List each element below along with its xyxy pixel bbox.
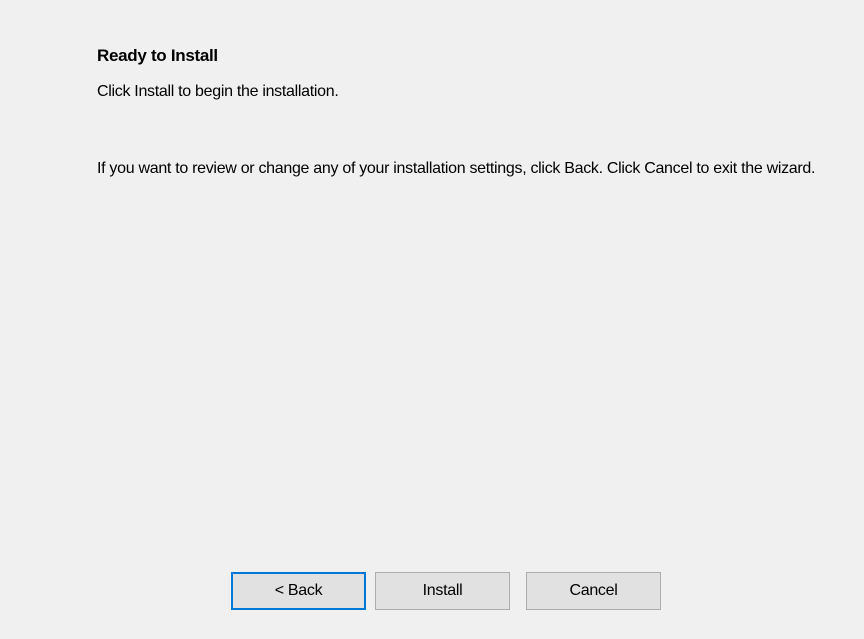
page-subtitle: Click Install to begin the installation. xyxy=(97,83,339,100)
installer-dialog: Ready to Install Click Install to begin … xyxy=(0,0,864,639)
back-button[interactable]: < Back xyxy=(231,572,366,610)
cancel-button[interactable]: Cancel xyxy=(526,572,661,610)
page-title: Ready to Install xyxy=(97,46,218,65)
instructions-text: If you want to review or change any of y… xyxy=(97,160,816,177)
install-button[interactable]: Install xyxy=(375,572,510,610)
